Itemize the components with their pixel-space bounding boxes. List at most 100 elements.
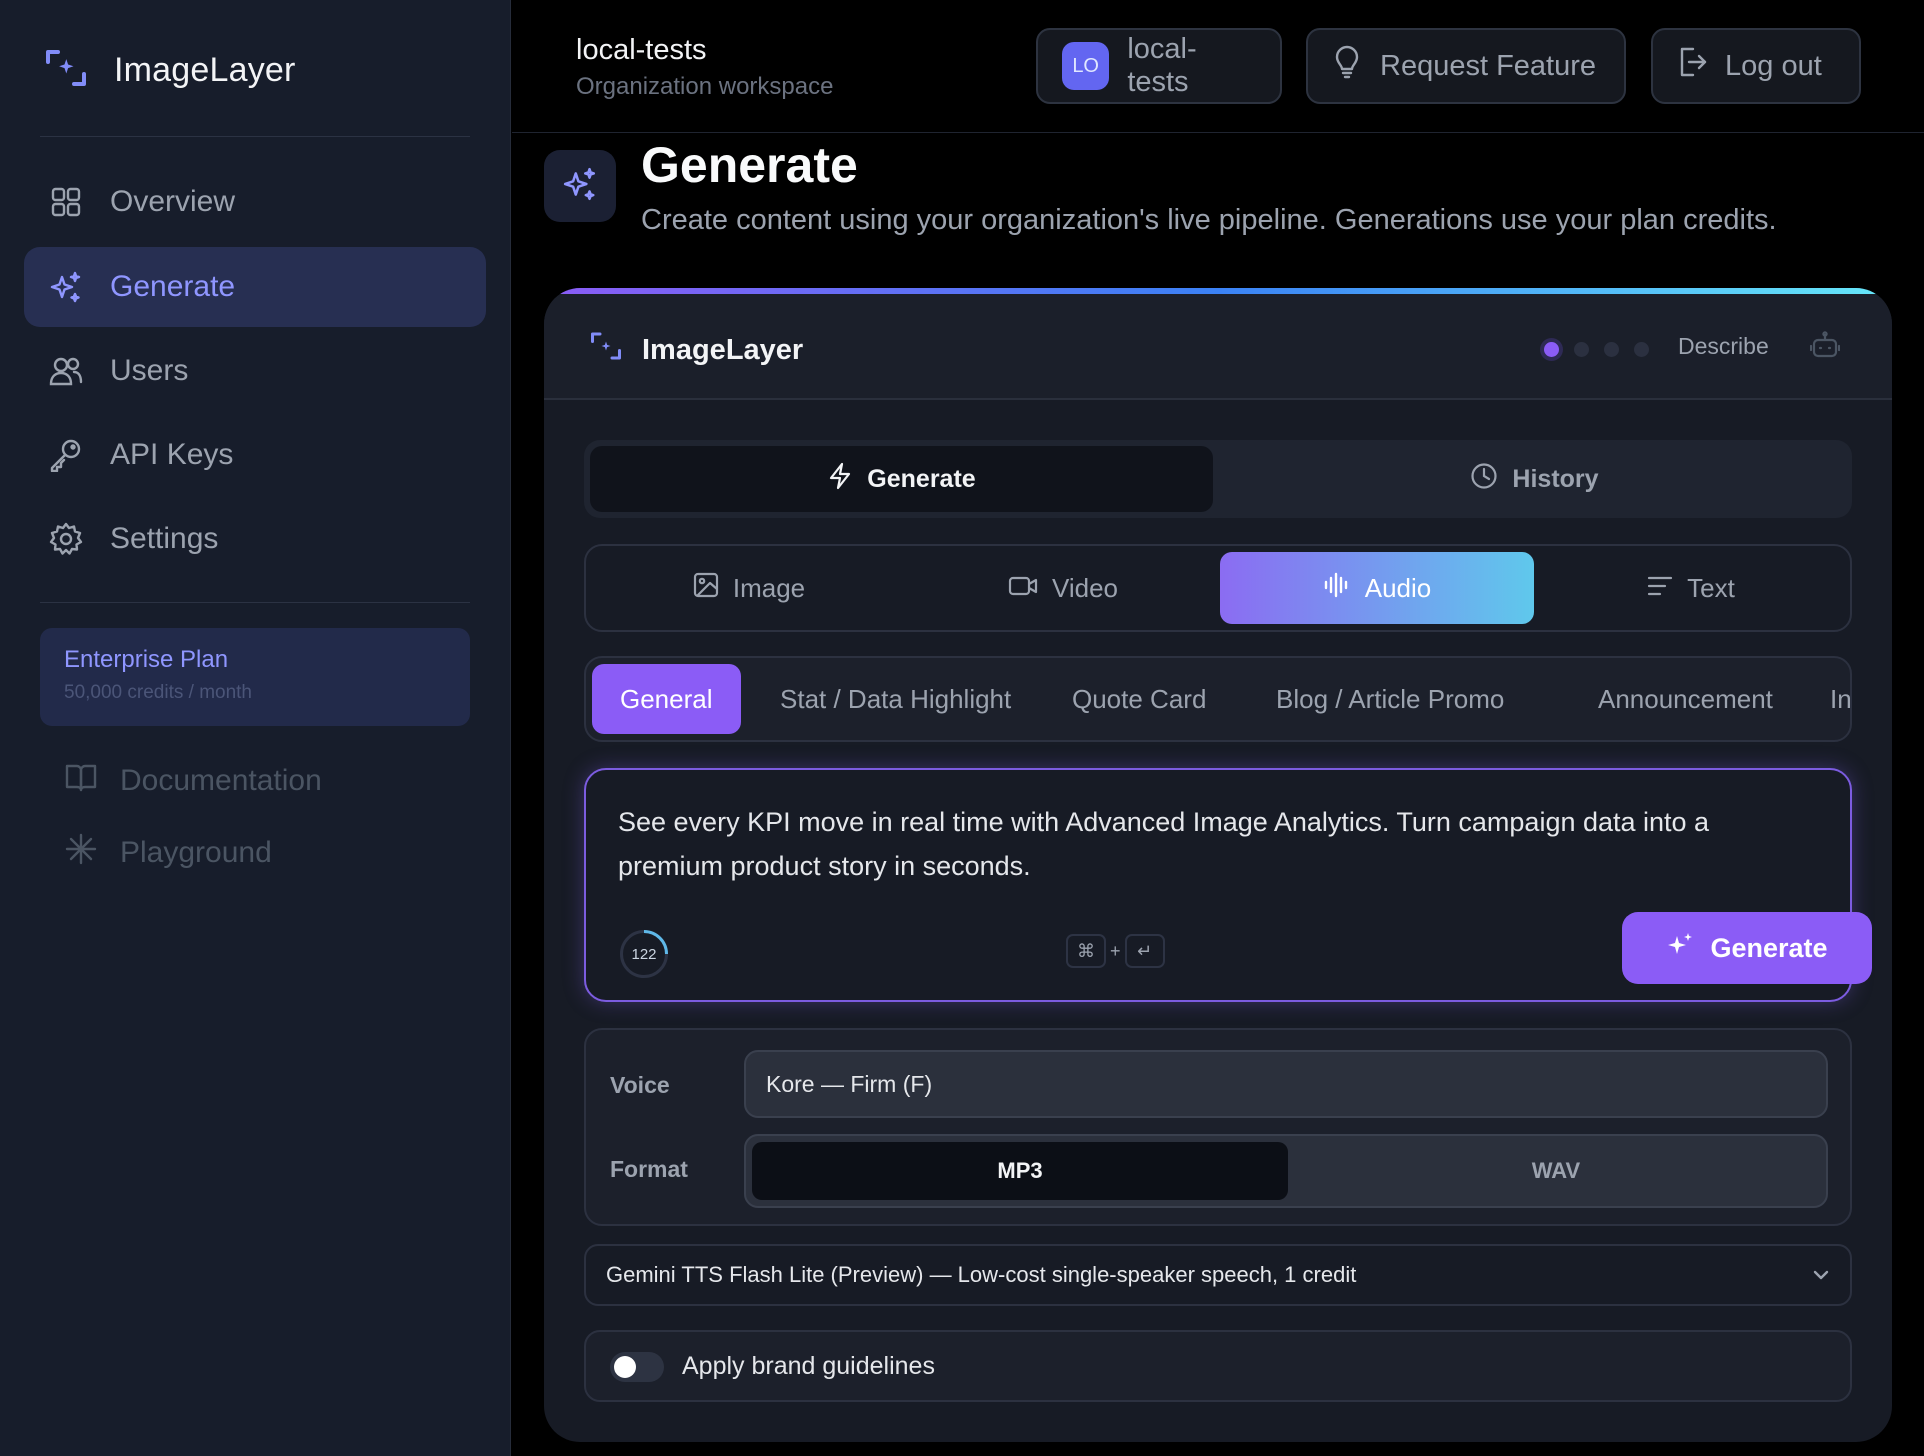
sidebar-link-documentation[interactable]: Documentation <box>64 760 322 802</box>
sidebar-divider <box>40 136 470 137</box>
sidebar-item-users[interactable]: Users <box>24 331 486 411</box>
sidebar-divider <box>40 602 470 603</box>
chevron-down-icon <box>1810 1264 1832 1292</box>
template-stat-data-highlight[interactable]: Stat / Data Highlight <box>780 664 1011 734</box>
workspace-label: local-tests <box>1127 33 1197 98</box>
audio-waveform-icon <box>1323 572 1351 605</box>
template-more[interactable]: In <box>1830 664 1850 734</box>
format-toggle: MP3 WAV <box>744 1134 1828 1208</box>
tab-label: Video <box>1051 572 1119 603</box>
format-option-mp3[interactable]: MP3 <box>752 1142 1288 1200</box>
brand-guidelines-toggle[interactable] <box>610 1352 664 1382</box>
lightbulb-icon <box>1332 45 1362 87</box>
model-select-value: Gemini TTS Flash Lite (Preview) — Low-co… <box>606 1262 1357 1287</box>
page-title: Generate <box>641 137 858 193</box>
step-indicator <box>1544 342 1649 357</box>
voice-label: Voice <box>610 1072 670 1098</box>
step-dot <box>1604 342 1619 357</box>
book-icon <box>64 760 98 802</box>
model-select[interactable]: Gemini TTS Flash Lite (Preview) — Low-co… <box>584 1244 1852 1306</box>
tab-label: Image <box>732 572 806 603</box>
template-tabs: General Stat / Data Highlight Quote Card… <box>584 656 1852 742</box>
counter-progress-arc <box>643 930 668 955</box>
sidebar-item-api-keys[interactable]: API Keys <box>24 415 486 495</box>
format-option-wav[interactable]: WAV <box>1288 1142 1824 1200</box>
generate-button-label: Generate <box>1710 932 1828 963</box>
sidebar-item-overview[interactable]: Overview <box>24 162 486 242</box>
card-brand-name: ImageLayer <box>642 333 804 366</box>
tab-history[interactable]: History <box>1223 446 1846 512</box>
tab-text[interactable]: Text <box>1534 552 1848 624</box>
org-name: local-tests <box>576 34 707 66</box>
page-subtitle: Create content using your organization's… <box>641 204 1777 236</box>
step-dot-active <box>1544 342 1559 357</box>
text-lines-icon <box>1647 573 1673 604</box>
workspace-switcher-button[interactable]: LO local-tests <box>1036 28 1282 104</box>
tab-label: Audio <box>1364 572 1432 603</box>
logo-icon <box>42 44 90 97</box>
tab-generate[interactable]: Generate <box>590 446 1213 512</box>
logout-label: Log out <box>1725 49 1822 82</box>
asterisk-icon <box>64 832 98 874</box>
tab-label: Text <box>1687 572 1735 603</box>
sparkle-icon <box>1666 931 1694 966</box>
sidebar-item-label: Settings <box>110 522 219 555</box>
generate-button[interactable]: Generate <box>1622 912 1872 984</box>
brand-guidelines-row: Apply brand guidelines <box>584 1330 1852 1402</box>
step-dot <box>1574 342 1589 357</box>
logo-icon <box>588 328 624 372</box>
mode-tabs: Generate History <box>584 440 1852 518</box>
template-announcement[interactable]: Announcement <box>1598 664 1773 734</box>
key-icon <box>48 437 84 473</box>
tab-audio[interactable]: Audio <box>1220 552 1534 624</box>
card-header: ImageLayer Describe <box>544 294 1892 400</box>
sidebar: ImageLayer Overview Generate Users API K… <box>0 0 511 1456</box>
gear-icon <box>48 521 84 557</box>
plan-credits: 50,000 credits / month <box>64 682 252 703</box>
sidebar-brand[interactable]: ImageLayer <box>42 44 296 97</box>
sparkles-icon <box>562 166 598 207</box>
image-icon <box>693 572 719 605</box>
prompt-input[interactable]: See every KPI move in real time with Adv… <box>618 800 1818 888</box>
template-quote-card[interactable]: Quote Card <box>1072 664 1206 734</box>
sidebar-item-generate[interactable]: Generate <box>24 247 486 327</box>
template-general[interactable]: General <box>592 664 741 734</box>
prompt-box[interactable]: See every KPI move in real time with Adv… <box>584 768 1872 1002</box>
tab-image[interactable]: Image <box>592 552 906 624</box>
plan-name: Enterprise Plan <box>64 646 229 673</box>
audio-settings: Voice Kore — Firm (F) Format MP3 WAV <box>584 1028 1852 1226</box>
sidebar-item-settings[interactable]: Settings <box>24 499 486 579</box>
plan-card[interactable]: Enterprise Plan 50,000 credits / month <box>40 628 470 726</box>
page-icon <box>544 150 616 222</box>
request-feature-label: Request Feature <box>1380 49 1597 82</box>
avatar: LO <box>1062 42 1110 90</box>
clock-icon <box>1470 462 1498 497</box>
brand-guidelines-label: Apply brand guidelines <box>682 1352 935 1380</box>
template-blog-article-promo[interactable]: Blog / Article Promo <box>1276 664 1504 734</box>
step-label: Describe <box>1678 333 1769 359</box>
top-bar: local-tests Organization workspace LO lo… <box>512 0 1924 133</box>
sidebar-link-label: Documentation <box>120 764 322 797</box>
generator-card: ImageLayer Describe Generate History Ima… <box>544 288 1892 1442</box>
card-brand: ImageLayer <box>588 328 803 372</box>
robot-icon[interactable] <box>1809 330 1841 365</box>
sidebar-link-playground[interactable]: Playground <box>64 832 272 874</box>
sidebar-item-label: Overview <box>110 185 236 218</box>
toggle-knob <box>614 1356 636 1378</box>
request-feature-button[interactable]: Request Feature <box>1306 28 1626 104</box>
sparkles-icon <box>48 269 84 305</box>
step-dot <box>1634 342 1649 357</box>
logout-icon <box>1677 46 1707 86</box>
tab-label: History <box>1512 464 1599 493</box>
tab-video[interactable]: Video <box>906 552 1220 624</box>
tab-label: Generate <box>867 464 976 493</box>
media-type-tabs: Image Video Audio Text <box>584 544 1852 632</box>
lightning-icon <box>827 462 853 497</box>
users-icon <box>48 353 84 389</box>
enter-key: ↵ <box>1124 934 1165 968</box>
sidebar-item-label: Users <box>110 354 189 387</box>
character-counter: 122 <box>620 930 668 978</box>
shortcut-plus: + <box>1110 940 1121 961</box>
logout-button[interactable]: Log out <box>1651 28 1861 104</box>
voice-select[interactable]: Kore — Firm (F) <box>744 1050 1828 1118</box>
